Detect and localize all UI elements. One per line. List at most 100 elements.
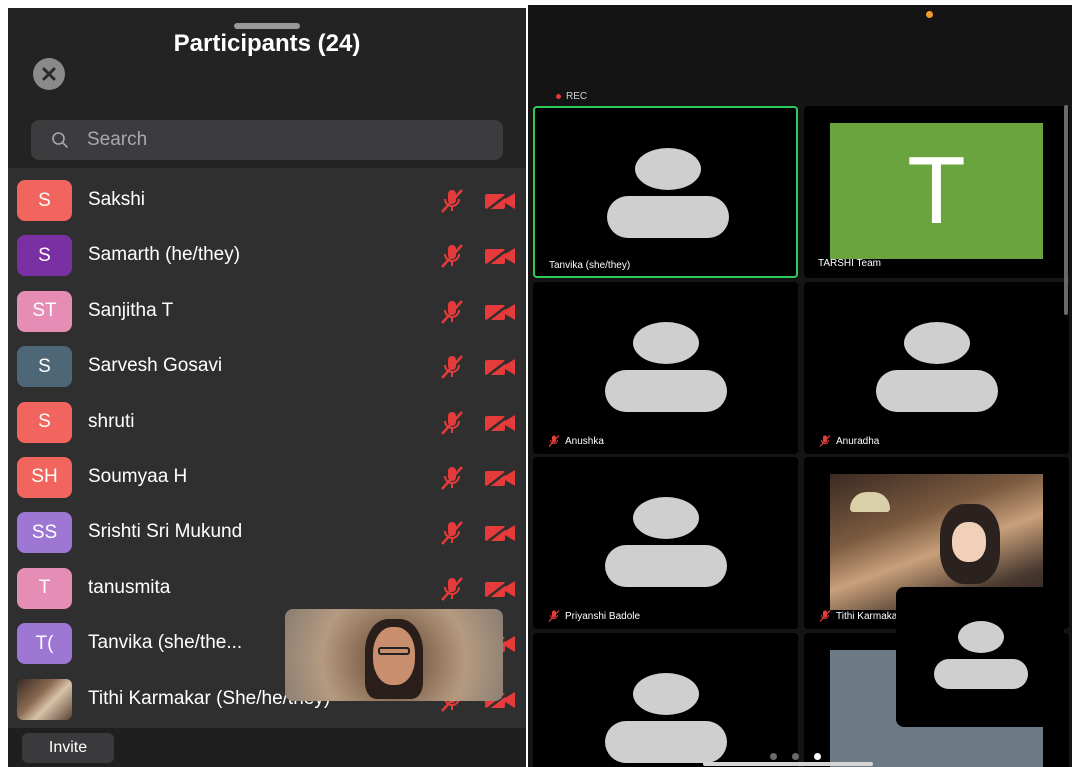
- tile-name-label: Anuradha: [818, 434, 879, 448]
- avatar: SS: [17, 512, 72, 554]
- video-tile[interactable]: Anuradha: [804, 282, 1069, 454]
- avatar-placeholder-body: [605, 545, 727, 587]
- close-icon: [42, 67, 56, 81]
- participant-name: tanusmita: [88, 576, 171, 598]
- camera-off-icon[interactable]: [484, 245, 516, 268]
- participant-name: Sanjitha T: [88, 299, 174, 321]
- avatar-initials: T(: [35, 632, 54, 654]
- participant-row[interactable]: SH Soumyaa H: [8, 450, 526, 505]
- avatar: S: [17, 346, 72, 388]
- invite-button[interactable]: Invite: [22, 733, 114, 763]
- participant-row[interactable]: S Samarth (he/they): [8, 228, 526, 283]
- avatar-placeholder-body: [605, 370, 727, 412]
- camera-off-icon[interactable]: [484, 300, 516, 323]
- camera-off-icon[interactable]: [484, 522, 516, 545]
- camera-off-icon[interactable]: [484, 577, 516, 600]
- participant-name: shruti: [88, 410, 135, 432]
- muted-mic-icon: [819, 610, 831, 622]
- participants-panel: Participants (24) S Sakshi S Samarth (he…: [8, 8, 526, 767]
- participant-name: Sarvesh Gosavi: [88, 355, 223, 377]
- video-tile[interactable]: Priyanshi Badole: [533, 457, 798, 629]
- avatar-photo: [17, 678, 72, 720]
- avatar-initials: T: [38, 577, 51, 599]
- page-dot[interactable]: [792, 753, 799, 760]
- tile-name: Tanvika (she/they): [549, 260, 631, 271]
- avatar: ST: [17, 290, 72, 332]
- participant-name: Tanvika (she/the...: [88, 632, 243, 654]
- avatar-placeholder-body: [934, 659, 1028, 689]
- video-person-face: [373, 627, 415, 685]
- muted-mic-icon[interactable]: [438, 409, 466, 437]
- tile-name: Tithi Karmakar: [836, 610, 901, 622]
- video-tile[interactable]: Anushka: [533, 282, 798, 454]
- muted-mic-icon[interactable]: [438, 519, 466, 547]
- video-tile[interactable]: Tanvika (she/they): [533, 106, 798, 278]
- participant-row[interactable]: S shruti: [8, 395, 526, 450]
- avatar: T: [17, 567, 72, 609]
- avatar-initials: S: [38, 355, 51, 377]
- avatar-placeholder-head: [904, 322, 970, 364]
- page-indicator: [770, 753, 821, 760]
- avatar-initials: S: [38, 411, 51, 433]
- muted-mic-icon: [548, 435, 560, 447]
- participant-row[interactable]: SS Srishti Sri Mukund: [8, 505, 526, 560]
- avatar-placeholder-head: [633, 497, 699, 539]
- page-dot[interactable]: [770, 753, 777, 760]
- participant-name: Sakshi: [88, 189, 146, 210]
- participant-row[interactable]: ST Sanjitha T: [8, 284, 526, 339]
- search-input[interactable]: [85, 120, 485, 160]
- close-button[interactable]: [33, 58, 65, 90]
- video-person-glasses: [378, 647, 410, 655]
- meeting-gallery: REC Tanvika (she/they) T TARSHI Team Anu…: [528, 5, 1072, 767]
- muted-mic-icon[interactable]: [438, 575, 466, 603]
- tile-name-label: Anushka: [547, 434, 604, 448]
- page-dot-active[interactable]: [814, 753, 821, 760]
- avatar-placeholder-head: [958, 621, 1004, 653]
- video-tile[interactable]: [533, 633, 798, 767]
- panel-title: Participants (24): [173, 30, 361, 57]
- floating-self-view[interactable]: [896, 587, 1064, 727]
- tile-name-label: Priyanshi Badole: [547, 609, 640, 623]
- participants-footer: Invite: [8, 728, 526, 767]
- participant-name: Soumyaa H: [88, 465, 188, 487]
- muted-mic-icon: [548, 610, 560, 622]
- participant-row[interactable]: S Sakshi: [8, 173, 526, 228]
- lamp-illustration: [850, 492, 890, 512]
- tile-name: Anushka: [565, 435, 604, 447]
- participant-name: Samarth (he/they): [88, 244, 241, 266]
- camera-off-icon[interactable]: [484, 356, 516, 379]
- tile-name: Anuradha: [836, 435, 880, 447]
- video-tile[interactable]: T TARSHI Team: [804, 106, 1069, 278]
- letter-avatar: T: [830, 123, 1043, 259]
- recording-label: REC: [566, 91, 588, 102]
- avatar: T(: [17, 623, 72, 665]
- avatar-initials: S: [38, 189, 51, 211]
- camera-off-icon[interactable]: [484, 190, 516, 212]
- avatar-initials: S: [38, 244, 51, 266]
- avatar-initials: SH: [31, 466, 58, 488]
- drag-handle[interactable]: [234, 23, 300, 29]
- avatar-placeholder-head: [633, 673, 699, 715]
- muted-mic-icon[interactable]: [438, 464, 466, 492]
- scrollbar[interactable]: [1064, 105, 1068, 315]
- camera-off-icon[interactable]: [484, 466, 516, 489]
- avatar-initials: ST: [32, 300, 57, 322]
- muted-mic-icon[interactable]: [438, 353, 466, 381]
- participant-row[interactable]: S Sarvesh Gosavi: [8, 339, 526, 394]
- participant-row[interactable]: T tanusmita: [8, 561, 526, 616]
- muted-mic-icon[interactable]: [438, 298, 466, 326]
- avatar-initials: SS: [31, 521, 58, 543]
- camera-off-icon[interactable]: [484, 411, 516, 434]
- self-video-preview[interactable]: [285, 609, 503, 701]
- muted-mic-icon: [819, 435, 831, 447]
- avatar-placeholder-head: [633, 322, 699, 364]
- avatar-letter: T: [907, 137, 966, 244]
- home-indicator[interactable]: [703, 762, 873, 766]
- search-box[interactable]: [31, 120, 503, 160]
- tile-name-label: TARSHI Team: [818, 258, 881, 269]
- recording-dot-icon: [556, 94, 561, 99]
- muted-mic-icon[interactable]: [438, 242, 466, 270]
- recording-badge: REC: [556, 91, 587, 102]
- muted-mic-icon[interactable]: [438, 187, 466, 215]
- avatar: S: [17, 180, 72, 221]
